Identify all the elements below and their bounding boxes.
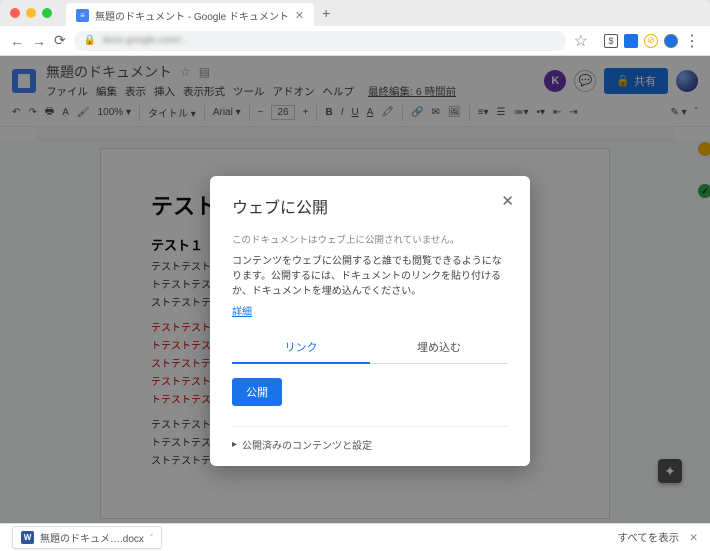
extension-icon-2[interactable] <box>624 34 638 48</box>
tab-title: 無題のドキュメント - Google ドキュメント <box>95 8 289 23</box>
publish-button[interactable]: 公開 <box>232 378 282 406</box>
tab-embed[interactable]: 埋め込む <box>370 332 508 363</box>
publish-to-web-dialog: ✕ ウェブに公開 このドキュメントはウェブ上に公開されていません。 コンテンツを… <box>210 176 530 466</box>
extension-icon-3[interactable]: ⊘ <box>644 34 658 48</box>
back-button[interactable]: ← <box>10 33 24 49</box>
download-menu-icon[interactable]: ˇ <box>150 533 153 543</box>
show-all-downloads-button[interactable]: すべてを表示 <box>618 530 680 545</box>
url-text: docs.google.com/... <box>102 35 189 46</box>
browser-nav-bar: ← → ⟳ 🔒 docs.google.com/... ☆ $ ⊘ ⋮ <box>0 26 710 56</box>
download-filename: 無題のドキュメ….docx <box>40 530 144 545</box>
browser-tab[interactable]: ≡ 無題のドキュメント - Google ドキュメント ✕ <box>66 3 314 27</box>
dialog-status-text: このドキュメントはウェブ上に公開されていません。 <box>232 232 508 246</box>
forward-button[interactable]: → <box>32 33 46 49</box>
dialog-close-button[interactable]: ✕ <box>501 192 514 210</box>
maximize-window-button[interactable] <box>42 8 52 18</box>
window-controls <box>10 8 52 18</box>
downloads-bar: W 無題のドキュメ….docx ˇ すべてを表示 ✕ <box>0 523 710 551</box>
address-bar[interactable]: 🔒 docs.google.com/... <box>74 31 566 51</box>
extension-icons: $ ⊘ ⋮ <box>604 31 700 51</box>
dialog-tabs: リンク 埋め込む <box>232 332 508 364</box>
dialog-title: ウェブに公開 <box>232 194 508 218</box>
tab-link[interactable]: リンク <box>232 332 370 364</box>
new-tab-button[interactable]: + <box>322 5 330 21</box>
star-bookmark-icon[interactable]: ☆ <box>574 31 588 51</box>
extension-icon-1[interactable]: $ <box>604 34 618 48</box>
download-item[interactable]: W 無題のドキュメ….docx ˇ <box>12 526 162 549</box>
docx-file-icon: W <box>21 531 34 544</box>
learn-more-link[interactable]: 詳細 <box>232 307 252 318</box>
browser-tab-bar: ≡ 無題のドキュメント - Google ドキュメント ✕ + <box>0 0 710 26</box>
secure-lock-icon: 🔒 <box>84 35 96 46</box>
close-window-button[interactable] <box>10 8 20 18</box>
docs-favicon-icon: ≡ <box>76 9 89 22</box>
reload-button[interactable]: ⟳ <box>54 32 66 49</box>
minimize-window-button[interactable] <box>26 8 36 18</box>
browser-menu-button[interactable]: ⋮ <box>684 31 700 51</box>
published-settings-toggle[interactable]: ▸ 公開済みのコンテンツと設定 <box>232 437 508 452</box>
close-downloads-bar[interactable]: ✕ <box>689 532 698 544</box>
close-tab-button[interactable]: ✕ <box>295 9 304 22</box>
extension-icon-4[interactable] <box>664 34 678 48</box>
dialog-description: コンテンツをウェブに公開すると誰でも閲覧できるようになります。公開するには、ドキ… <box>232 254 508 299</box>
chevron-right-icon: ▸ <box>232 439 237 450</box>
google-docs-app: 無題のドキュメント ☆ ▤ ファイル 編集 表示 挿入 表示形式 ツール アドオ… <box>0 56 710 523</box>
